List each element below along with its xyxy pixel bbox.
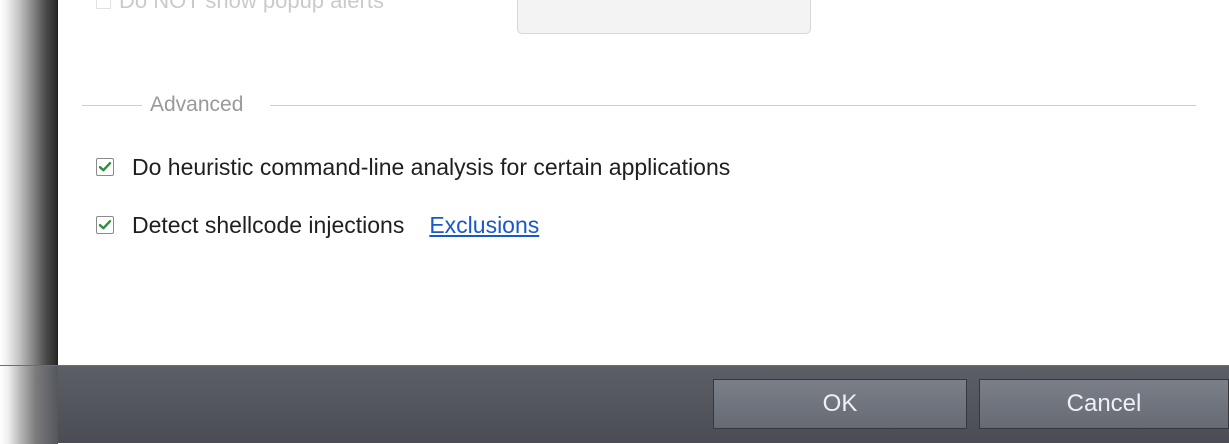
popup-alerts-checkbox[interactable] — [96, 0, 111, 9]
advanced-section-divider-left — [82, 105, 142, 106]
checkmark-icon — [98, 220, 112, 230]
cancel-button[interactable]: Cancel — [979, 379, 1229, 429]
popup-alerts-option[interactable]: Do NOT show popup alerts — [96, 0, 384, 16]
popup-alerts-dropdown[interactable] — [517, 0, 811, 34]
footer-edge-shadow — [0, 366, 58, 444]
exclusions-link[interactable]: Exclusions — [429, 212, 539, 239]
advanced-section-title: Advanced — [150, 93, 244, 116]
ok-button[interactable]: OK — [713, 379, 967, 429]
shellcode-injections-checkbox[interactable] — [96, 216, 114, 234]
popup-alerts-label: Do NOT show popup alerts — [119, 0, 384, 13]
shellcode-injections-label: Detect shellcode injections — [132, 211, 405, 238]
heuristic-analysis-checkbox[interactable] — [96, 158, 114, 176]
shellcode-injections-option[interactable]: Detect shellcode injections Exclusions — [96, 210, 539, 240]
heuristic-analysis-option[interactable]: Do heuristic command-line analysis for c… — [96, 152, 730, 182]
dialog-footer: OK Cancel — [0, 365, 1229, 444]
advanced-section-divider-right — [270, 105, 1196, 106]
checkmark-icon — [98, 162, 112, 172]
settings-dialog-panel — [58, 0, 1229, 365]
heuristic-analysis-label: Do heuristic command-line analysis for c… — [132, 153, 731, 180]
